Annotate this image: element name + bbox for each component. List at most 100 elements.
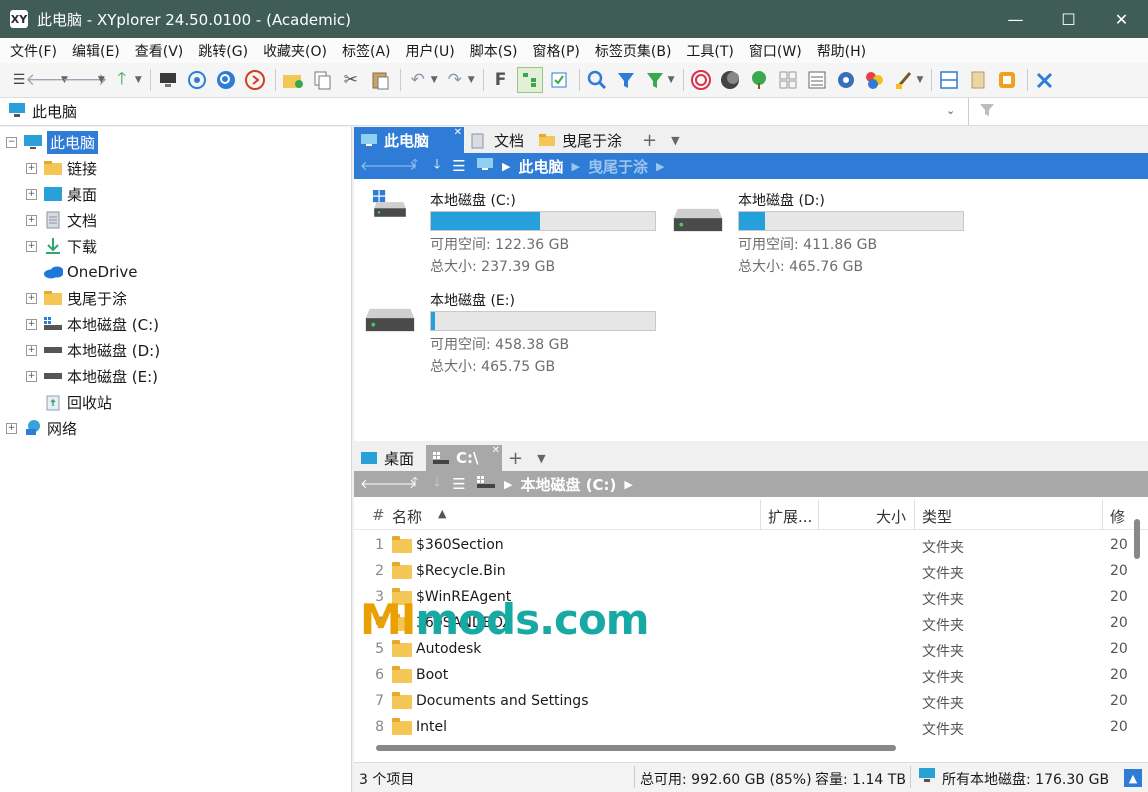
menu-tools[interactable]: 工具(T) (680, 41, 739, 61)
chevron-down-icon[interactable]: ▼ (668, 75, 675, 85)
column-header-number[interactable]: # (372, 506, 385, 524)
tree-item-this-pc[interactable]: − 此电脑 (6, 129, 99, 155)
close-icon[interactable]: ✕ (492, 445, 500, 456)
drive-e-tile[interactable]: 本地磁盘 (E:) 可用空间: 458.38 GB 总大小: 465.75 GB (354, 290, 656, 380)
tab-documents[interactable]: 文档 (464, 127, 532, 153)
menu-edit[interactable]: 编辑(E) (66, 41, 126, 61)
brush-icon[interactable] (891, 67, 917, 93)
checkbox-icon[interactable] (546, 67, 572, 93)
tree-item-onedrive[interactable]: OneDrive (43, 259, 138, 285)
copy-icon[interactable] (309, 67, 335, 93)
tab-this-pc[interactable]: 此电脑 ✕ (354, 127, 464, 153)
expand-icon[interactable]: + (26, 292, 37, 304)
tree-view-icon[interactable] (516, 67, 543, 93)
up-arrow-icon[interactable]: 🡑 (109, 67, 135, 93)
tab-list-chevron-icon[interactable]: ▼ (531, 445, 553, 471)
filter-green-icon[interactable] (642, 67, 668, 93)
status-expand-button[interactable]: ▲ (1124, 769, 1142, 787)
menu-file[interactable]: 文件(F) (4, 41, 63, 61)
menu-help[interactable]: 帮助(H) (811, 41, 872, 61)
color-shapes-icon[interactable] (862, 67, 888, 93)
column-header-type[interactable]: 类型 (922, 506, 952, 527)
tools-wrench-icon[interactable] (1032, 67, 1058, 93)
app-logo-icon[interactable]: XY (10, 10, 28, 28)
menu-favorites[interactable]: 收藏夹(O) (257, 41, 333, 61)
breadcrumb-this-pc[interactable]: 此电脑 (518, 156, 563, 177)
undo-icon[interactable]: ↶ (405, 67, 431, 93)
expand-icon[interactable]: + (6, 422, 17, 434)
filter-f-icon[interactable]: F (488, 67, 514, 93)
search-icon[interactable] (213, 67, 239, 93)
up-arrow-icon[interactable]: 🡑 (404, 473, 426, 495)
chevron-down-icon[interactable]: ▼ (98, 75, 105, 85)
tree-item-recycle-bin[interactable]: 回收站 (43, 389, 112, 415)
filter-blue-icon[interactable] (613, 67, 639, 93)
dark-mode-icon[interactable] (717, 67, 743, 93)
tree-icon[interactable] (746, 67, 772, 93)
breadcrumb-drive-c[interactable]: 本地磁盘 (C:) (520, 474, 616, 495)
target-icon[interactable] (184, 67, 210, 93)
tree-item-network[interactable]: + 网络 (6, 415, 77, 441)
tree-item-drive-e[interactable]: + 本地磁盘 (E:) (26, 363, 158, 389)
menu-scripting[interactable]: 脚本(S) (464, 41, 524, 61)
drive-d-tile[interactable]: 本地磁盘 (D:) 可用空间: 411.86 GB 总大小: 465.76 GB (662, 190, 964, 280)
list-menu-icon[interactable]: ☰ (448, 157, 470, 175)
menu-user[interactable]: 用户(U) (400, 41, 461, 61)
tab-list-chevron-icon[interactable]: ▼ (665, 127, 687, 153)
minimize-button[interactable]: — (989, 0, 1042, 38)
menu-go[interactable]: 跳转(G) (192, 41, 254, 61)
tree-item-desktop[interactable]: + 桌面 (26, 181, 97, 207)
address-bar[interactable]: 此电脑 ⌄ (0, 97, 1148, 126)
menu-tags[interactable]: 标签(A) (336, 41, 397, 61)
file-row[interactable]: 7 Documents and Settings 文件夹 20 (354, 688, 1148, 714)
tree-item-downloads[interactable]: + 下载 (26, 233, 97, 259)
back-arrow-icon[interactable]: 🡐 (25, 67, 71, 93)
panel-icon[interactable] (965, 67, 991, 93)
menu-view[interactable]: 查看(V) (129, 41, 190, 61)
close-button[interactable]: ✕ (1095, 0, 1148, 38)
chevron-down-icon[interactable]: ▼ (135, 75, 142, 85)
preview-icon[interactable] (994, 67, 1020, 93)
list-menu-icon[interactable]: ☰ (448, 475, 470, 493)
back-arrow-icon[interactable]: 🡐 (360, 476, 395, 492)
maximize-button[interactable]: ☐ (1042, 0, 1095, 38)
file-row[interactable]: 1 $360Section 文件夹 20 (354, 532, 1148, 558)
settings-gear-icon[interactable] (833, 67, 859, 93)
paste-icon[interactable] (367, 67, 393, 93)
chevron-down-icon[interactable]: ▼ (431, 75, 438, 85)
tree-item-user-folder[interactable]: + 曳尾于涂 (26, 285, 127, 311)
file-row[interactable]: 2 $Recycle.Bin 文件夹 20 (354, 558, 1148, 584)
go-icon[interactable] (242, 67, 268, 93)
computer-icon[interactable] (155, 67, 181, 93)
file-row[interactable]: 8 Intel 文件夹 20 (354, 714, 1148, 740)
expand-icon[interactable]: + (26, 318, 37, 330)
new-tab-plus-icon[interactable]: + (502, 445, 531, 471)
tree-item-drive-c[interactable]: + 本地磁盘 (C:) (26, 311, 159, 337)
expand-icon[interactable]: + (26, 344, 37, 356)
new-tab-plus-icon[interactable]: + (636, 127, 665, 153)
grid-icon[interactable] (775, 67, 801, 93)
expand-icon[interactable]: + (26, 162, 37, 174)
find-icon[interactable] (584, 67, 610, 93)
column-header-name[interactable]: 名称 (392, 506, 422, 527)
tab-desktop[interactable]: 桌面 (354, 445, 426, 471)
close-icon[interactable]: ✕ (454, 127, 462, 138)
collapse-icon[interactable]: − (6, 136, 17, 148)
tree-item-links[interactable]: + 链接 (26, 155, 97, 181)
details-icon[interactable] (804, 67, 830, 93)
redo-icon[interactable]: ↷ (442, 67, 468, 93)
column-header-modified[interactable]: 修 (1110, 506, 1125, 527)
dual-pane-icon[interactable] (936, 67, 962, 93)
menu-tabsets[interactable]: 标签页集(B) (589, 41, 678, 61)
cut-icon[interactable]: ✂ (338, 67, 364, 93)
forward-arrow-icon[interactable]: 🡒 (62, 67, 108, 93)
forward-arrow-icon[interactable]: 🡒 (382, 158, 417, 174)
column-header-size[interactable]: 大小 (876, 506, 906, 527)
breadcrumb-user-folder[interactable]: 曳尾于涂 (588, 156, 648, 177)
drive-c-tile[interactable]: 本地磁盘 (C:) 可用空间: 122.36 GB 总大小: 237.39 GB (354, 190, 656, 280)
up-arrow-icon[interactable]: 🡑 (404, 155, 426, 177)
chevron-down-icon[interactable]: ⌄ (946, 104, 955, 117)
history-down-arrow-icon[interactable]: 🡓 (426, 473, 448, 495)
tree-item-drive-d[interactable]: + 本地磁盘 (D:) (26, 337, 160, 363)
expand-icon[interactable]: + (26, 188, 37, 200)
